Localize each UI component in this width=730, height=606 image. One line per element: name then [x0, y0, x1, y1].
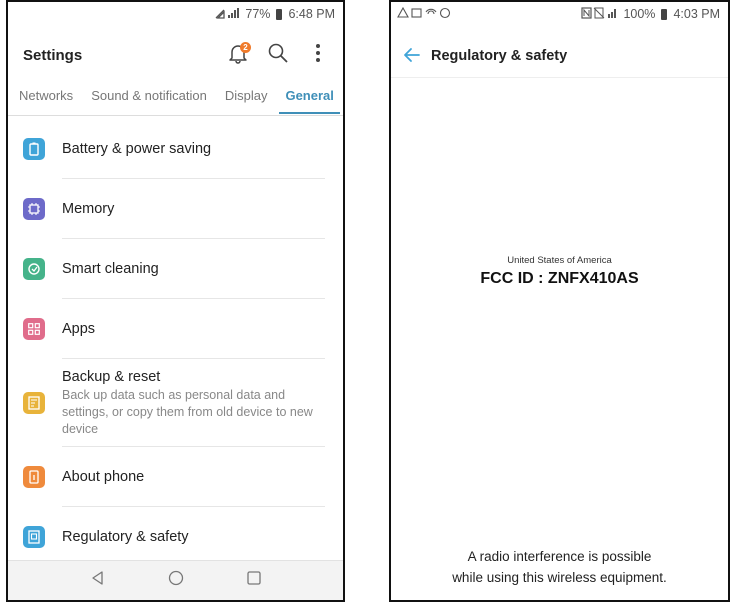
status-time: 6:48 PM	[288, 7, 335, 21]
regulatory-icon	[23, 526, 45, 548]
country-label: United States of America	[507, 255, 612, 266]
home-nav-icon[interactable]	[168, 570, 184, 591]
status-bar: 100% 4:03 PM	[391, 2, 728, 26]
regulatory-screen: 100% 4:03 PM Regulatory & safety United …	[389, 0, 730, 602]
navigation-bar	[8, 560, 343, 600]
tabs-divider	[8, 115, 343, 116]
apps-grid-icon	[23, 318, 45, 340]
notification-badge: 2	[240, 42, 251, 53]
battery-icon	[276, 8, 283, 20]
list-item-about-phone[interactable]: About phone	[8, 447, 343, 507]
tab-networks[interactable]: Networks	[19, 84, 73, 114]
list-item-backup-reset[interactable]: Backup & reset Back up data such as pers…	[8, 359, 343, 447]
battery-level: 100%	[623, 7, 656, 21]
more-vert-icon	[314, 42, 322, 69]
app-bar: Settings 2	[8, 30, 343, 80]
fcc-id: FCC ID : ZNFX410AS	[480, 270, 639, 287]
page-title: Regulatory & safety	[431, 48, 568, 64]
list-item-label: Memory	[62, 201, 115, 217]
list-item-label: Regulatory & safety	[62, 529, 189, 545]
list-item-memory[interactable]: Memory	[8, 179, 343, 239]
signal-icon	[215, 7, 241, 22]
search-button[interactable]	[263, 40, 293, 70]
battery-icon	[661, 8, 668, 20]
status-time: 4:03 PM	[673, 7, 720, 21]
page-title: Settings	[23, 47, 83, 64]
fcc-info: United States of America FCC ID : ZNFX41…	[391, 255, 728, 288]
battery-level: 77%	[245, 7, 271, 21]
more-options-button[interactable]	[303, 40, 333, 70]
tab-general[interactable]: General	[279, 84, 341, 114]
notice-line: A radio interference is possible	[467, 549, 652, 564]
list-item-smart-cleaning[interactable]: Smart cleaning	[8, 239, 343, 299]
list-item-label: About phone	[62, 469, 145, 485]
app-bar: Regulatory & safety	[391, 34, 728, 78]
list-item-label: Smart cleaning	[62, 261, 159, 277]
search-icon	[267, 42, 289, 69]
status-bar: 77% 6:48 PM	[8, 2, 343, 26]
list-item-label: Backup & reset	[62, 368, 161, 385]
battery-icon	[23, 138, 45, 160]
notice-line: while using this wireless equipment.	[452, 570, 667, 585]
list-item-label: Apps	[62, 321, 96, 337]
tab-display[interactable]: Display	[225, 84, 268, 114]
nfc-icon	[581, 6, 619, 22]
back-nav-icon[interactable]	[90, 570, 106, 591]
about-phone-icon	[23, 466, 45, 488]
settings-screen: 77% 6:48 PM Settings 2 Networks Sound & …	[6, 0, 345, 602]
settings-tabs: Networks Sound & notification Display Ge…	[8, 84, 343, 116]
memory-chip-icon	[23, 198, 45, 220]
list-item-regulatory-safety[interactable]: Regulatory & safety	[8, 507, 343, 567]
list-item-apps[interactable]: Apps	[8, 299, 343, 359]
list-item-battery[interactable]: Battery & power saving	[8, 119, 343, 179]
settings-list: Battery & power saving Memory Smart clea…	[8, 119, 343, 567]
notification-button[interactable]: 2	[223, 40, 253, 70]
backup-icon	[23, 392, 45, 414]
list-item-description: Back up data such as personal data and s…	[62, 387, 313, 436]
smart-cleaning-icon	[23, 258, 45, 280]
tab-sound-notification[interactable]: Sound & notification	[91, 84, 207, 114]
list-item-label: Battery & power saving	[62, 141, 212, 157]
recents-nav-icon[interactable]	[246, 570, 262, 591]
interference-notice: A radio interference is possible while u…	[391, 546, 728, 588]
back-arrow-icon[interactable]	[401, 44, 423, 66]
